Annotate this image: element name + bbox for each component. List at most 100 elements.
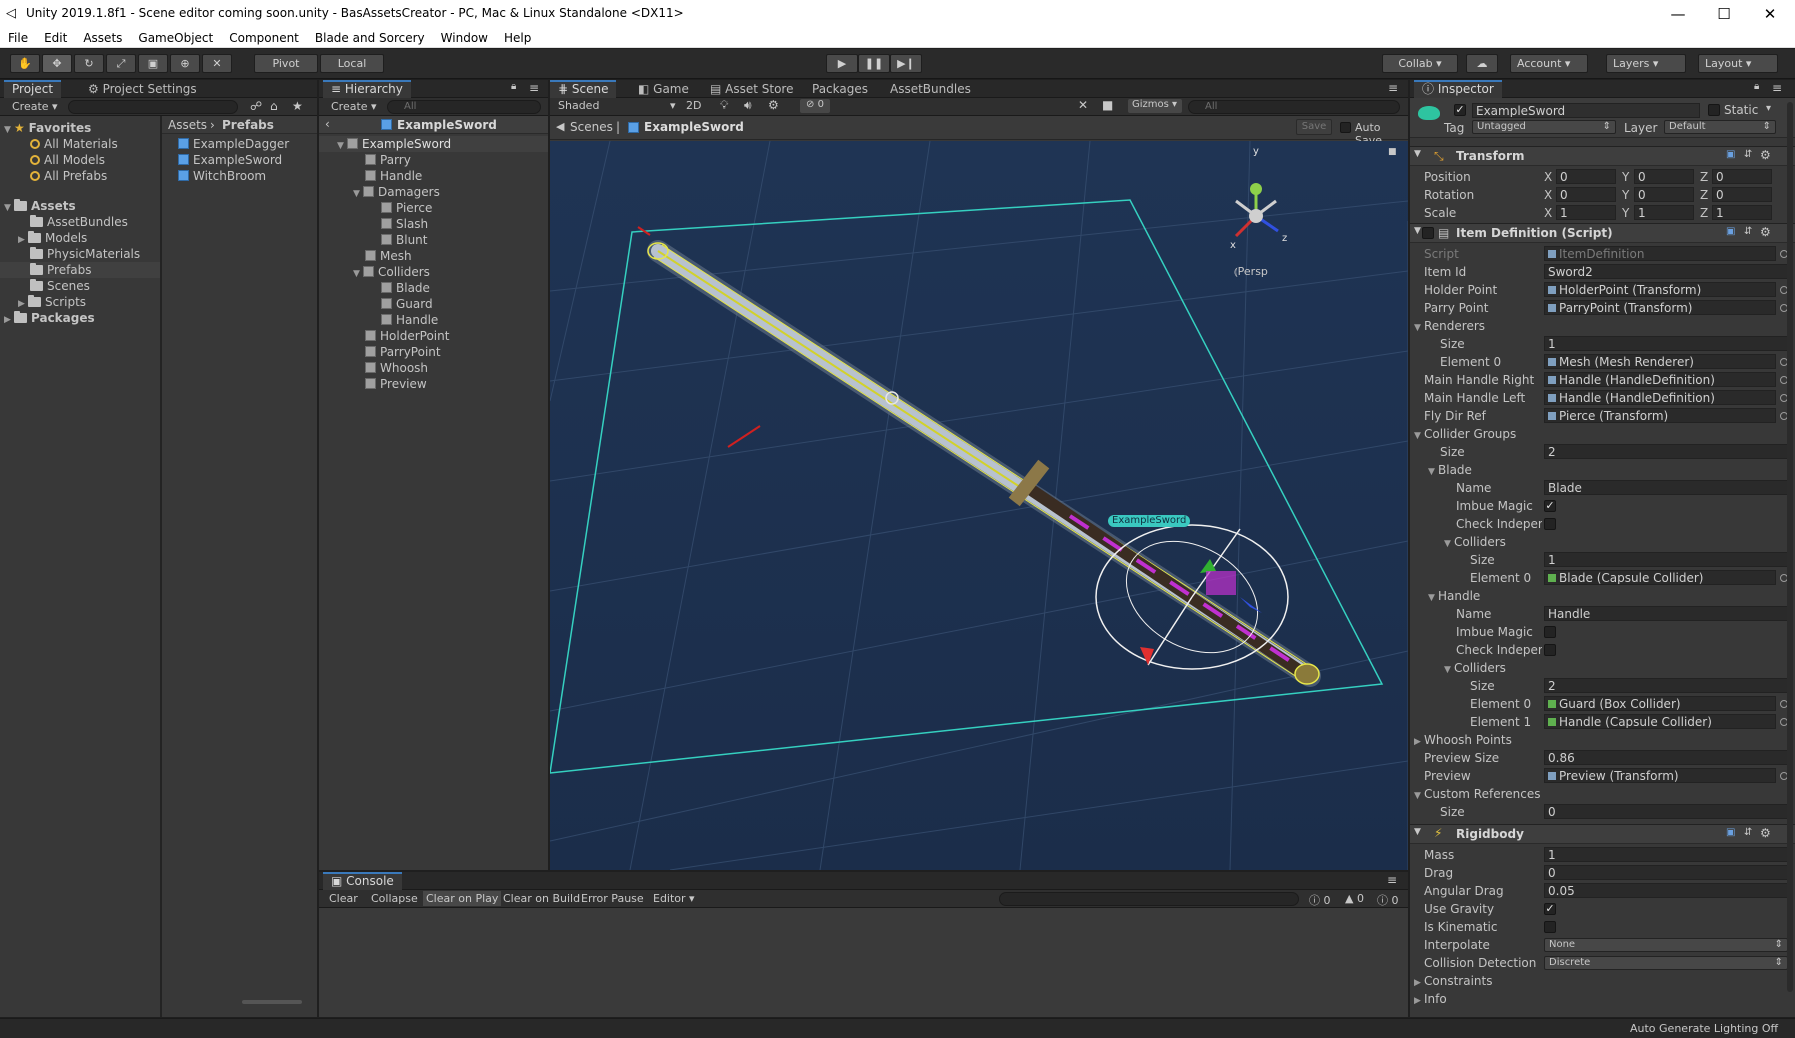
layers-dropdown[interactable]: Layers ▾ (1606, 54, 1686, 73)
console-clear-on-play-button[interactable]: Clear on Play (423, 891, 502, 906)
panel-menu-icon[interactable]: ≡ (1388, 81, 1398, 95)
hierarchy-item-parry[interactable]: Parry (365, 152, 411, 168)
blade-colliders-element0-field[interactable]: Blade (Capsule Collider) (1544, 570, 1776, 585)
menu-window[interactable]: Window (433, 28, 496, 45)
close-button[interactable]: ✕ (1747, 0, 1793, 28)
scene-search-input[interactable]: All (1188, 100, 1400, 114)
console-error-pause-button[interactable]: Error Pause (581, 892, 644, 905)
handle-group-foldout[interactable]: ▼ Handle (1428, 588, 1480, 604)
save-button[interactable]: Save (1296, 119, 1332, 135)
presets-icon[interactable]: ⇵ (1744, 149, 1752, 160)
transform-tool-icon[interactable]: ⊕ (170, 54, 200, 73)
drag-field[interactable]: 0 (1544, 865, 1788, 880)
hierarchy-scene-header[interactable]: ‹ ExampleSword (319, 116, 548, 134)
hierarchy-item-damagers[interactable]: ▼ Damagers (353, 184, 440, 200)
menu-edit[interactable]: Edit (36, 28, 75, 45)
help-icon[interactable]: ▣ (1726, 226, 1735, 237)
lock-icon[interactable]: 🔒︎ (511, 81, 516, 92)
effects-icon[interactable]: ⚙ (768, 98, 779, 112)
handle-colliders-foldout[interactable]: ▼ Colliders (1444, 660, 1506, 676)
panel-menu-icon[interactable]: ≡ (1772, 81, 1782, 95)
filter-type-icon[interactable]: ☍ (250, 99, 262, 113)
breadcrumb-examplesword[interactable]: ExampleSword (644, 120, 744, 134)
console-clear-button[interactable]: Clear (329, 892, 358, 905)
handle-colliders-element1-field[interactable]: Handle (Capsule Collider) (1544, 714, 1776, 729)
menu-file[interactable]: File (0, 28, 36, 45)
file-witchbroom[interactable]: WitchBroom (178, 168, 266, 184)
scene-viewport[interactable]: y x z ⦅Persp ■ ExampleSword (550, 141, 1408, 870)
scale-tool-icon[interactable]: ⤢ (106, 54, 136, 73)
hand-tool-icon[interactable]: ✋ (10, 54, 40, 73)
scale-x-field[interactable]: 1 (1556, 205, 1616, 220)
lock-icon[interactable]: 🔒︎ (1754, 81, 1759, 92)
tab-game[interactable]: ◧ Game (630, 80, 697, 98)
folder-physicmaterials[interactable]: PhysicMaterials (30, 246, 140, 262)
position-x-field[interactable]: 0 (1556, 169, 1616, 184)
inspector-scrollbar[interactable] (1787, 102, 1793, 992)
file-exampledagger[interactable]: ExampleDagger (178, 136, 289, 152)
file-examplesword[interactable]: ExampleSword (178, 152, 282, 168)
preview-field[interactable]: Preview (Transform) (1544, 768, 1776, 783)
item-id-field[interactable]: Sword2 (1544, 264, 1788, 279)
preview-size-field[interactable]: 0.86 (1544, 750, 1788, 765)
handle-name-field[interactable]: Handle (1544, 606, 1788, 621)
step-button[interactable]: ▶❙ (890, 54, 922, 73)
zoom-slider[interactable] (242, 1000, 302, 1004)
renderers-element0-field[interactable]: Mesh (Mesh Renderer) (1544, 354, 1776, 369)
folder-scenes[interactable]: Scenes (30, 278, 90, 294)
hierarchy-item-blunt[interactable]: Blunt (381, 232, 427, 248)
auto-save-checkbox[interactable] (1340, 122, 1351, 133)
presets-icon[interactable]: ⇵ (1744, 226, 1752, 237)
static-checkbox[interactable] (1708, 104, 1720, 116)
blade-name-field[interactable]: Blade (1544, 480, 1788, 495)
custom-references-foldout[interactable]: ▼ Custom References (1414, 786, 1540, 802)
hidden-objects-toggle[interactable]: ⊘ 0 (800, 99, 830, 113)
blade-group-foldout[interactable]: ▼ Blade (1428, 462, 1472, 478)
shading-dropdown[interactable]: Shaded ▾ (558, 99, 678, 112)
static-dropdown-icon[interactable]: ▾ (1766, 103, 1771, 114)
custom-tool-icon[interactable]: ✕ (202, 54, 232, 73)
whoosh-points-foldout[interactable]: ▶ Whoosh Points (1414, 732, 1512, 748)
blade-colliders-size-field[interactable]: 1 (1544, 552, 1788, 567)
tools-icon[interactable]: ✕ (1078, 98, 1088, 112)
fly-dir-ref-field[interactable]: Pierce (Transform) (1544, 408, 1776, 423)
rotation-y-field[interactable]: 0 (1634, 187, 1694, 202)
hierarchy-item-blade[interactable]: Blade (381, 280, 430, 296)
view-lock-icon[interactable]: ■ (1388, 147, 1397, 157)
hierarchy-create-button[interactable]: Create ▾ (331, 100, 377, 113)
menu-blade-and-sorcery[interactable]: Blade and Sorcery (307, 28, 433, 45)
presets-icon[interactable]: ⇵ (1744, 827, 1752, 838)
handle-colliders-size-field[interactable]: 2 (1544, 678, 1788, 693)
transform-header[interactable]: ▼ ⤡ Transform ▣ ⇵ ⚙ (1410, 146, 1795, 166)
lighting-icon[interactable]: 💡︎ (720, 98, 728, 113)
tab-scene[interactable]: ⋕ Scene (550, 80, 617, 98)
gizmos-dropdown[interactable]: Gizmos ▾ (1128, 99, 1182, 113)
console-info-toggle[interactable]: ⓘ 0 (1309, 892, 1331, 908)
breadcrumb-assets[interactable]: Assets (168, 118, 207, 132)
folder-models[interactable]: ▶ Models (18, 230, 87, 246)
favorite-all-models[interactable]: All Models (30, 152, 105, 168)
favorite-all-materials[interactable]: All Materials (30, 136, 118, 152)
scale-y-field[interactable]: 1 (1634, 205, 1694, 220)
collision-detection-dropdown[interactable]: Discrete ⇕ (1544, 956, 1788, 970)
menu-gameobject[interactable]: GameObject (130, 28, 221, 45)
position-y-field[interactable]: 0 (1634, 169, 1694, 184)
console-collapse-button[interactable]: Collapse (371, 892, 418, 905)
folder-scripts[interactable]: ▶ Scripts (18, 294, 86, 310)
foldout-arrow-icon[interactable]: ▼ (1414, 149, 1421, 159)
folder-assetbundles[interactable]: AssetBundles (30, 214, 128, 230)
hierarchy-item-collider-handle[interactable]: Handle (381, 312, 438, 328)
hierarchy-item-whoosh[interactable]: Whoosh (365, 360, 428, 376)
constraints-foldout[interactable]: ▶ Constraints (1414, 973, 1492, 989)
tab-project[interactable]: Project (4, 80, 62, 98)
account-dropdown[interactable]: Account ▾ (1510, 54, 1588, 73)
parry-point-field[interactable]: ParryPoint (Transform) (1544, 300, 1776, 315)
layer-dropdown[interactable]: Default ⇕ (1664, 120, 1776, 134)
project-create-button[interactable]: Create ▾ (12, 100, 58, 113)
handle-colliders-element0-field[interactable]: Guard (Box Collider) (1544, 696, 1776, 711)
layout-dropdown[interactable]: Layout ▾ (1698, 54, 1778, 73)
tab-console[interactable]: ▣ Console (323, 872, 402, 890)
scale-z-field[interactable]: 1 (1712, 205, 1772, 220)
rigidbody-header[interactable]: ▼ ⚡︎ Rigidbody ▣ ⇵ ⚙ (1410, 824, 1795, 844)
tab-packages[interactable]: Packages (804, 80, 876, 98)
